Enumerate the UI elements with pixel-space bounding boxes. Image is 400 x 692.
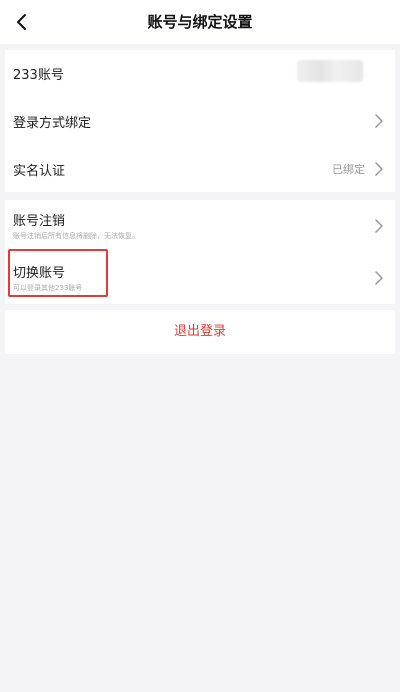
row-label: 233账号 — [13, 68, 64, 83]
row-account-cancel[interactable]: 账号注销 账号注销后所有信息将删除，无法恢复。 — [5, 200, 395, 252]
row-label: 登录方式绑定 — [13, 116, 92, 131]
real-name-status: 已绑定 — [332, 163, 365, 176]
account-settings-group: 233账号 登录方式绑定 实名认证 已绑定 — [5, 50, 395, 192]
row-title: 账号注销 — [13, 214, 66, 229]
row-subtitle: 账号注销后所有信息将删除，无法恢复。 — [13, 232, 139, 240]
row-title: 切换账号 — [13, 266, 66, 281]
row-subtitle: 可以登录其他233账号 — [13, 284, 83, 292]
page-title: 账号与绑定设置 — [147, 13, 253, 31]
app-screen: 账号与绑定设置 233账号 登录方式绑定 实名认证 已绑定 账号注销 账号注销后… — [0, 0, 400, 692]
logout-area: 退出登录 — [5, 310, 395, 354]
row-label: 实名认证 — [13, 164, 66, 179]
row-switch-account[interactable]: 切换账号 可以登录其他233账号 — [5, 252, 395, 304]
logout-button[interactable]: 退出登录 — [5, 310, 395, 354]
chevron-right-icon — [375, 271, 383, 285]
chevron-right-icon — [375, 162, 383, 176]
row-login-binding[interactable]: 登录方式绑定 — [5, 98, 395, 144]
chevron-right-icon — [375, 219, 383, 233]
header-bar: 账号与绑定设置 — [0, 0, 400, 44]
account-manage-group: 账号注销 账号注销后所有信息将删除，无法恢复。 切换账号 可以登录其他233账号 — [5, 200, 395, 304]
blurred-account-id — [297, 60, 363, 82]
row-real-name-auth[interactable]: 实名认证 已绑定 — [5, 146, 395, 192]
row-233-account[interactable]: 233账号 — [5, 50, 395, 96]
chevron-right-icon — [375, 114, 383, 128]
